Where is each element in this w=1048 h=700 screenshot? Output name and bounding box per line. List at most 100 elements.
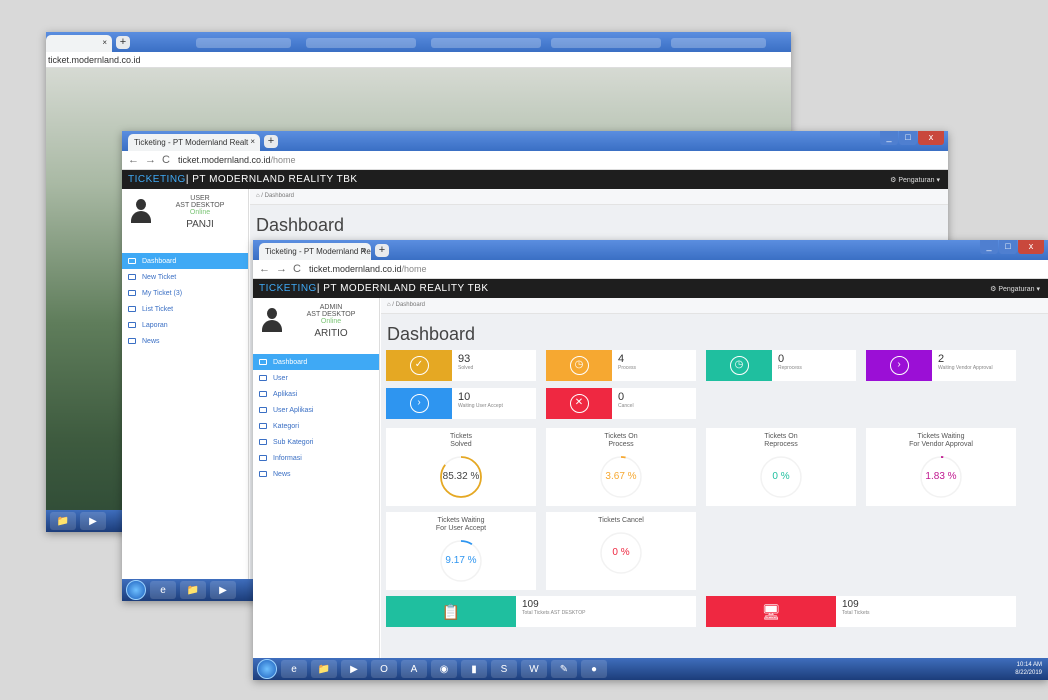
- mid-settings-menu[interactable]: ⚙ Pengaturan ▾: [890, 176, 940, 184]
- maximize-icon[interactable]: □: [899, 131, 917, 145]
- folder-icon[interactable]: 📁: [180, 581, 206, 599]
- mid-sidebar: USER AST DESKTOP Online PANJI Dashboard …: [122, 189, 249, 601]
- reload-icon[interactable]: C: [293, 263, 301, 275]
- sidebar-item-kategori[interactable]: Kategori: [253, 418, 379, 434]
- back-tab-blurred[interactable]: [551, 38, 661, 48]
- home-icon[interactable]: ⌂: [256, 193, 260, 199]
- total-card-ast-desktop[interactable]: 📋 109 Total Tickets AST DESKTOP: [386, 596, 696, 627]
- folder-icon[interactable]: 📁: [311, 660, 337, 678]
- start-button[interactable]: [257, 659, 277, 679]
- home-icon[interactable]: ⌂: [387, 302, 391, 308]
- close-icon[interactable]: x: [918, 131, 944, 145]
- back-active-tab[interactable]: ×: [46, 35, 112, 52]
- ie-icon[interactable]: e: [150, 581, 176, 599]
- sidebar-item-sub-kategori[interactable]: Sub Kategori: [253, 434, 379, 450]
- front-brand-accent: TICKETING: [259, 283, 317, 294]
- stat-icon-box: ›: [386, 388, 452, 419]
- front-url[interactable]: ticket.modernland.co.id/home: [309, 264, 427, 274]
- sidebar-item-new-ticket[interactable]: New Ticket: [122, 269, 248, 285]
- close-icon[interactable]: x: [1018, 240, 1044, 254]
- stat-card-cancel[interactable]: ✕ 0 Cancel: [546, 388, 696, 419]
- sidebar-item-my-ticket[interactable]: My Ticket (3): [122, 285, 248, 301]
- front-active-tab[interactable]: Ticketing - PT Modernland Realt ×: [259, 243, 371, 260]
- back-tab-strip: × +: [46, 32, 791, 52]
- mid-active-tab[interactable]: Ticketing - PT Modernland Realt ×: [128, 134, 260, 151]
- front-tab-close-icon[interactable]: ×: [361, 246, 366, 255]
- front-brand-text: | PT MODERNLAND REALITY TBK: [316, 283, 489, 294]
- mid-url[interactable]: ticket.modernland.co.id/home: [178, 155, 296, 165]
- stat-card-process[interactable]: ◷ 4 Process: [546, 350, 696, 381]
- stat-card-solved[interactable]: ✓ 93 Solved: [386, 350, 536, 381]
- stat-icon-box: ✓: [386, 350, 452, 381]
- mid-window-controls: _ □ x: [880, 131, 944, 145]
- back-tab-blurred[interactable]: [431, 38, 541, 48]
- sidebar-item-news[interactable]: News: [122, 333, 248, 349]
- front-settings-menu[interactable]: ⚙ Pengaturan ▾: [990, 285, 1040, 293]
- folder-icon: [259, 391, 267, 397]
- forward-arrow-icon[interactable]: →: [276, 263, 287, 275]
- front-tab-title: Ticketing - PT Modernland Realt: [265, 247, 371, 256]
- paint-icon[interactable]: ✎: [551, 660, 577, 678]
- app-icon[interactable]: ●: [581, 660, 607, 678]
- back-tab-blurred[interactable]: [671, 38, 766, 48]
- mid-tab-close-icon[interactable]: ×: [250, 137, 255, 146]
- avatar: [130, 199, 152, 225]
- mid-address-bar[interactable]: ← → C ticket.modernland.co.id/home: [122, 151, 948, 170]
- back-tab-blurred[interactable]: [306, 38, 416, 48]
- front-sidebar: ADMIN AST DESKTOP Online ARITIO Dashboar…: [253, 298, 380, 680]
- front-top-navbar: TICKETING | PT MODERNLAND REALITY TBK ⚙ …: [253, 279, 1048, 298]
- back-tab-blurred[interactable]: [196, 38, 291, 48]
- sidebar-item-user-aplikasi[interactable]: User Aplikasi: [253, 402, 379, 418]
- hourglass-icon: [128, 322, 136, 328]
- chrome-icon[interactable]: ◉: [431, 660, 457, 678]
- maximize-icon[interactable]: □: [999, 240, 1017, 254]
- forward-arrow-icon[interactable]: →: [145, 154, 156, 166]
- sidebar-item-laporan[interactable]: Laporan: [122, 317, 248, 333]
- stat-card-reprocess[interactable]: ◷ 0 Reprocess: [706, 350, 856, 381]
- front-address-bar[interactable]: ← → C ticket.modernland.co.id/home: [253, 260, 1048, 279]
- back-arrow-icon[interactable]: ←: [128, 154, 139, 166]
- sidebar-item-list-ticket[interactable]: List Ticket: [122, 301, 248, 317]
- stat-card-waiting-user[interactable]: › 10 Waiting User Accept: [386, 388, 536, 419]
- media-player-icon[interactable]: ▶: [80, 512, 106, 530]
- ie-icon[interactable]: e: [281, 660, 307, 678]
- folder-icon[interactable]: 📁: [50, 512, 76, 530]
- media-player-icon[interactable]: ▶: [341, 660, 367, 678]
- minimize-icon[interactable]: _: [980, 240, 998, 254]
- sidebar-item-dashboard[interactable]: Dashboard: [122, 253, 248, 269]
- back-new-tab-button[interactable]: +: [116, 36, 130, 49]
- gauge-ring: 9.17 %: [438, 538, 484, 584]
- android-studio-icon[interactable]: A: [401, 660, 427, 678]
- stat-card-waiting-vendor[interactable]: › 2 Waiting Vendor Approval: [866, 350, 1016, 381]
- outlook-icon[interactable]: O: [371, 660, 397, 678]
- front-new-tab-button[interactable]: +: [375, 244, 389, 257]
- word-icon[interactable]: W: [521, 660, 547, 678]
- sidebar-item-informasi[interactable]: Informasi: [253, 450, 379, 466]
- front-browser-window: Ticketing - PT Modernland Realt × + _ □ x…: [253, 240, 1048, 680]
- mid-top-navbar: TICKETING | PT MODERNLAND REALITY TBK ⚙ …: [122, 170, 948, 189]
- start-button[interactable]: [126, 580, 146, 600]
- system-clock[interactable]: 10:14 AM 8/22/2019: [1015, 661, 1042, 677]
- minimize-icon[interactable]: _: [880, 131, 898, 145]
- back-arrow-icon[interactable]: ←: [259, 263, 270, 275]
- media-player-icon[interactable]: ▶: [210, 581, 236, 599]
- news-icon: [128, 338, 136, 344]
- check-icon: ✓: [409, 356, 429, 375]
- notes-icon[interactable]: ▮: [461, 660, 487, 678]
- gauge-card: Tickets Waiting For Vendor Approval 1.83 …: [866, 428, 1016, 506]
- sidebar-item-user[interactable]: User: [253, 370, 379, 386]
- sidebar-item-news[interactable]: News: [253, 466, 379, 482]
- stat-icon-box: ✕: [546, 388, 612, 419]
- sublime-icon[interactable]: S: [491, 660, 517, 678]
- back-url-text[interactable]: ticket.modernland.co.id: [48, 55, 141, 65]
- back-address-bar[interactable]: ticket.modernland.co.id: [46, 52, 791, 68]
- mid-new-tab-button[interactable]: +: [264, 135, 278, 148]
- sidebar-item-dashboard[interactable]: Dashboard: [253, 354, 379, 370]
- back-tab-close-icon[interactable]: ×: [102, 38, 107, 47]
- folder-icon: [259, 439, 267, 445]
- folder-icon: [128, 290, 136, 296]
- total-card-all[interactable]: 🖥 109 Total Tickets: [706, 596, 1016, 627]
- reload-icon[interactable]: C: [162, 154, 170, 166]
- sidebar-item-aplikasi[interactable]: Aplikasi: [253, 386, 379, 402]
- calendar-icon: [128, 274, 136, 280]
